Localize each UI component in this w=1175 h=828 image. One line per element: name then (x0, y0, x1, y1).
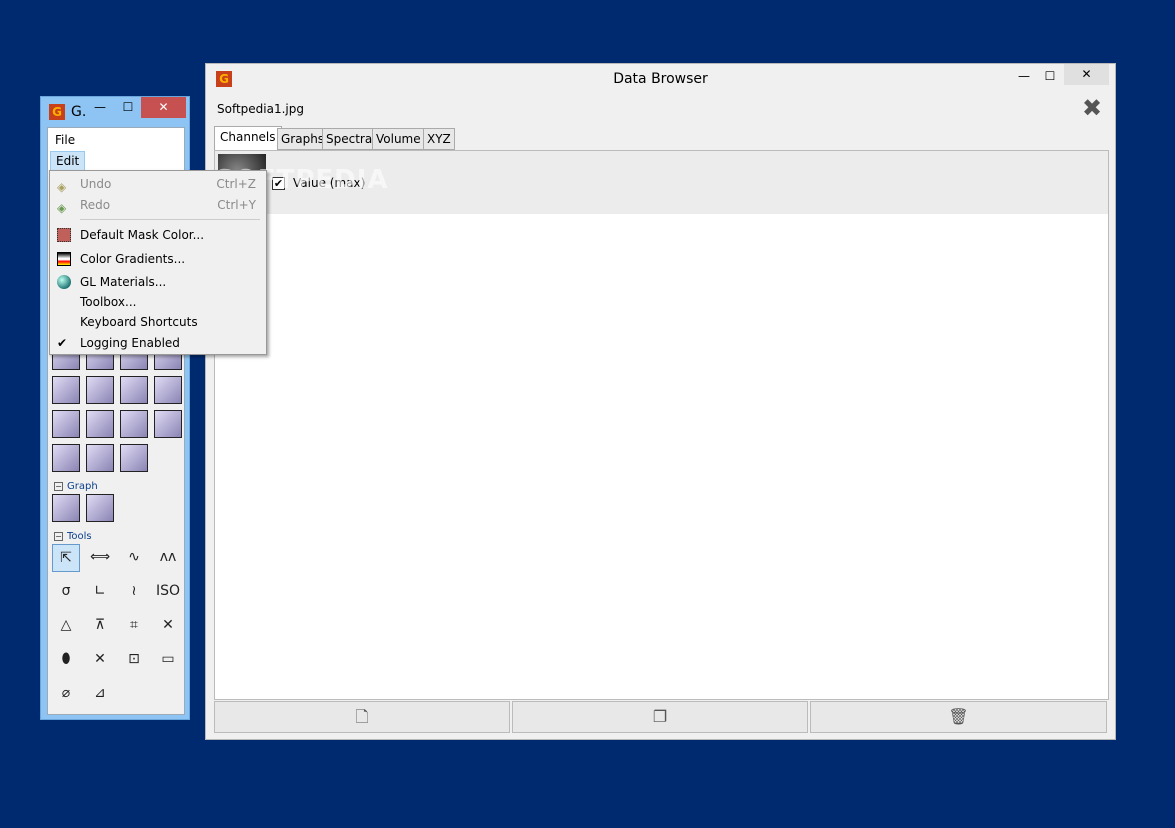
decay-icon[interactable]: ∟ (86, 578, 114, 606)
maximize-button[interactable]: ☐ (1042, 64, 1058, 88)
delete-button[interactable]: 🗑 (810, 701, 1107, 733)
menubar: File Edit (48, 128, 184, 171)
data-browser-window: G Data Browser — ☐ ✕ Softpedia1.jpg ✖ Ch… (205, 63, 1116, 740)
app-logo-icon: G (49, 104, 65, 120)
graph-measure-icon[interactable] (52, 494, 80, 522)
iso-roughness-icon[interactable]: ISO (154, 578, 182, 606)
filter-icon[interactable]: ⌀ (52, 680, 80, 708)
tab-xyz[interactable]: XYZ (423, 128, 455, 150)
drop-icon[interactable] (86, 410, 114, 438)
section-graph[interactable]: − Graph (54, 481, 98, 492)
close-file-icon[interactable]: ✖ (1082, 94, 1102, 122)
data-browser-titlebar[interactable]: G Data Browser — ☐ ✕ (206, 64, 1115, 94)
menu-item-gl-materials[interactable]: GL Materials... (50, 272, 266, 292)
tab-graphs[interactable]: Graphs (277, 128, 329, 150)
menu-item-default-mask-color[interactable]: Default Mask Color... (50, 225, 266, 245)
toolbox-titlebar[interactable]: G G. — ☐ ✕ (41, 97, 189, 127)
grain-measure-icon[interactable]: ⬮ (52, 646, 80, 674)
menu-item-color-gradients[interactable]: Color Gradients... (50, 249, 266, 269)
section-graph-label: Graph (67, 481, 98, 492)
curve-icon[interactable] (86, 444, 114, 472)
statistics-icon[interactable]: σ (52, 578, 80, 606)
mark-icon[interactable] (120, 410, 148, 438)
checkmark-icon: ✔ (57, 336, 68, 350)
menu-item-redo: ◈ Redo Ctrl+Y (57, 198, 256, 215)
file-name: Softpedia1.jpg (217, 102, 304, 116)
undo-icon: ◈ (57, 180, 67, 194)
duplicate-button[interactable]: ❐ (512, 701, 808, 733)
selection-manager-icon[interactable]: ⊿ (86, 680, 114, 708)
channel-row[interactable]: ✔ Value (max) SOFTPEDIA (215, 151, 1108, 214)
pointer-ruler-icon[interactable]: ⇱ (52, 544, 80, 572)
toolbox-title: G. (71, 104, 87, 120)
sphere-icon[interactable] (52, 444, 80, 472)
line-correct-icon[interactable]: ⊼ (86, 612, 114, 640)
gradient-icon[interactable] (52, 376, 80, 404)
mask-editor-icon[interactable]: ✕ (154, 612, 182, 640)
minimize-button[interactable]: — (93, 100, 107, 114)
gradients-icon (57, 252, 71, 266)
edit-menu: ◈ Undo Ctrl+Z ◈ Redo Ctrl+Y Default Mask Col… (49, 170, 267, 355)
profile-icon[interactable]: ∿ (120, 544, 148, 572)
minimize-button[interactable]: — (1016, 64, 1032, 88)
menu-item-logging-enabled[interactable]: ✔ Logging Enabled (50, 333, 266, 353)
spectrum-icon[interactable] (154, 410, 182, 438)
menu-separator (80, 219, 260, 220)
redo-icon: ◈ (57, 201, 67, 215)
path-icon[interactable]: ≀ (120, 578, 148, 606)
new-channel-button[interactable]: 🗋 (214, 701, 510, 733)
channel-list: ✔ Value (max) SOFTPEDIA (214, 150, 1109, 700)
section-tools-label: Tools (67, 531, 92, 542)
level-icon[interactable]: △ (52, 612, 80, 640)
close-button[interactable]: ✕ (1064, 64, 1109, 85)
distance-icon[interactable]: ⟺ (86, 544, 114, 572)
color-range-icon[interactable]: ▭ (154, 646, 182, 674)
menu-file[interactable]: File (50, 131, 80, 149)
app-logo-icon: G (216, 71, 232, 87)
delete-icon: 🗑 (948, 707, 969, 726)
menu-edit[interactable]: Edit (50, 151, 86, 171)
close-button[interactable]: ✕ (141, 97, 186, 118)
tab-spectra[interactable]: Spectra (322, 128, 377, 150)
duplicate-icon: ❐ (652, 707, 668, 726)
menu-item-undo: ◈ Undo Ctrl+Z (57, 177, 256, 194)
crop-tool-icon[interactable]: ⌗ (120, 612, 148, 640)
graph-fit-icon[interactable] (86, 494, 114, 522)
spectro-icon[interactable]: ʌʌ (154, 544, 182, 572)
maximize-button[interactable]: ☐ (121, 100, 135, 114)
window-title: Data Browser (613, 71, 708, 87)
particles-icon[interactable] (52, 410, 80, 438)
tab-channels[interactable]: Channels (214, 126, 282, 150)
rows-icon[interactable] (154, 376, 182, 404)
mask-color-icon (57, 228, 71, 242)
gl-materials-icon (57, 275, 71, 289)
grains-icon[interactable] (86, 376, 114, 404)
tab-volume[interactable]: Volume (372, 128, 425, 150)
grain-remove-icon[interactable]: ✕ (86, 646, 114, 674)
lines-icon[interactable] (120, 376, 148, 404)
new-icon: 🗋 (355, 707, 369, 726)
menu-item-toolbox[interactable]: Toolbox... (50, 292, 266, 312)
selection-icon[interactable]: ⊡ (120, 646, 148, 674)
menu-item-keyboard-shortcuts[interactable]: Keyboard Shortcuts (50, 312, 266, 332)
mask-remove-icon[interactable] (120, 444, 148, 472)
section-tools[interactable]: − Tools (54, 531, 92, 542)
